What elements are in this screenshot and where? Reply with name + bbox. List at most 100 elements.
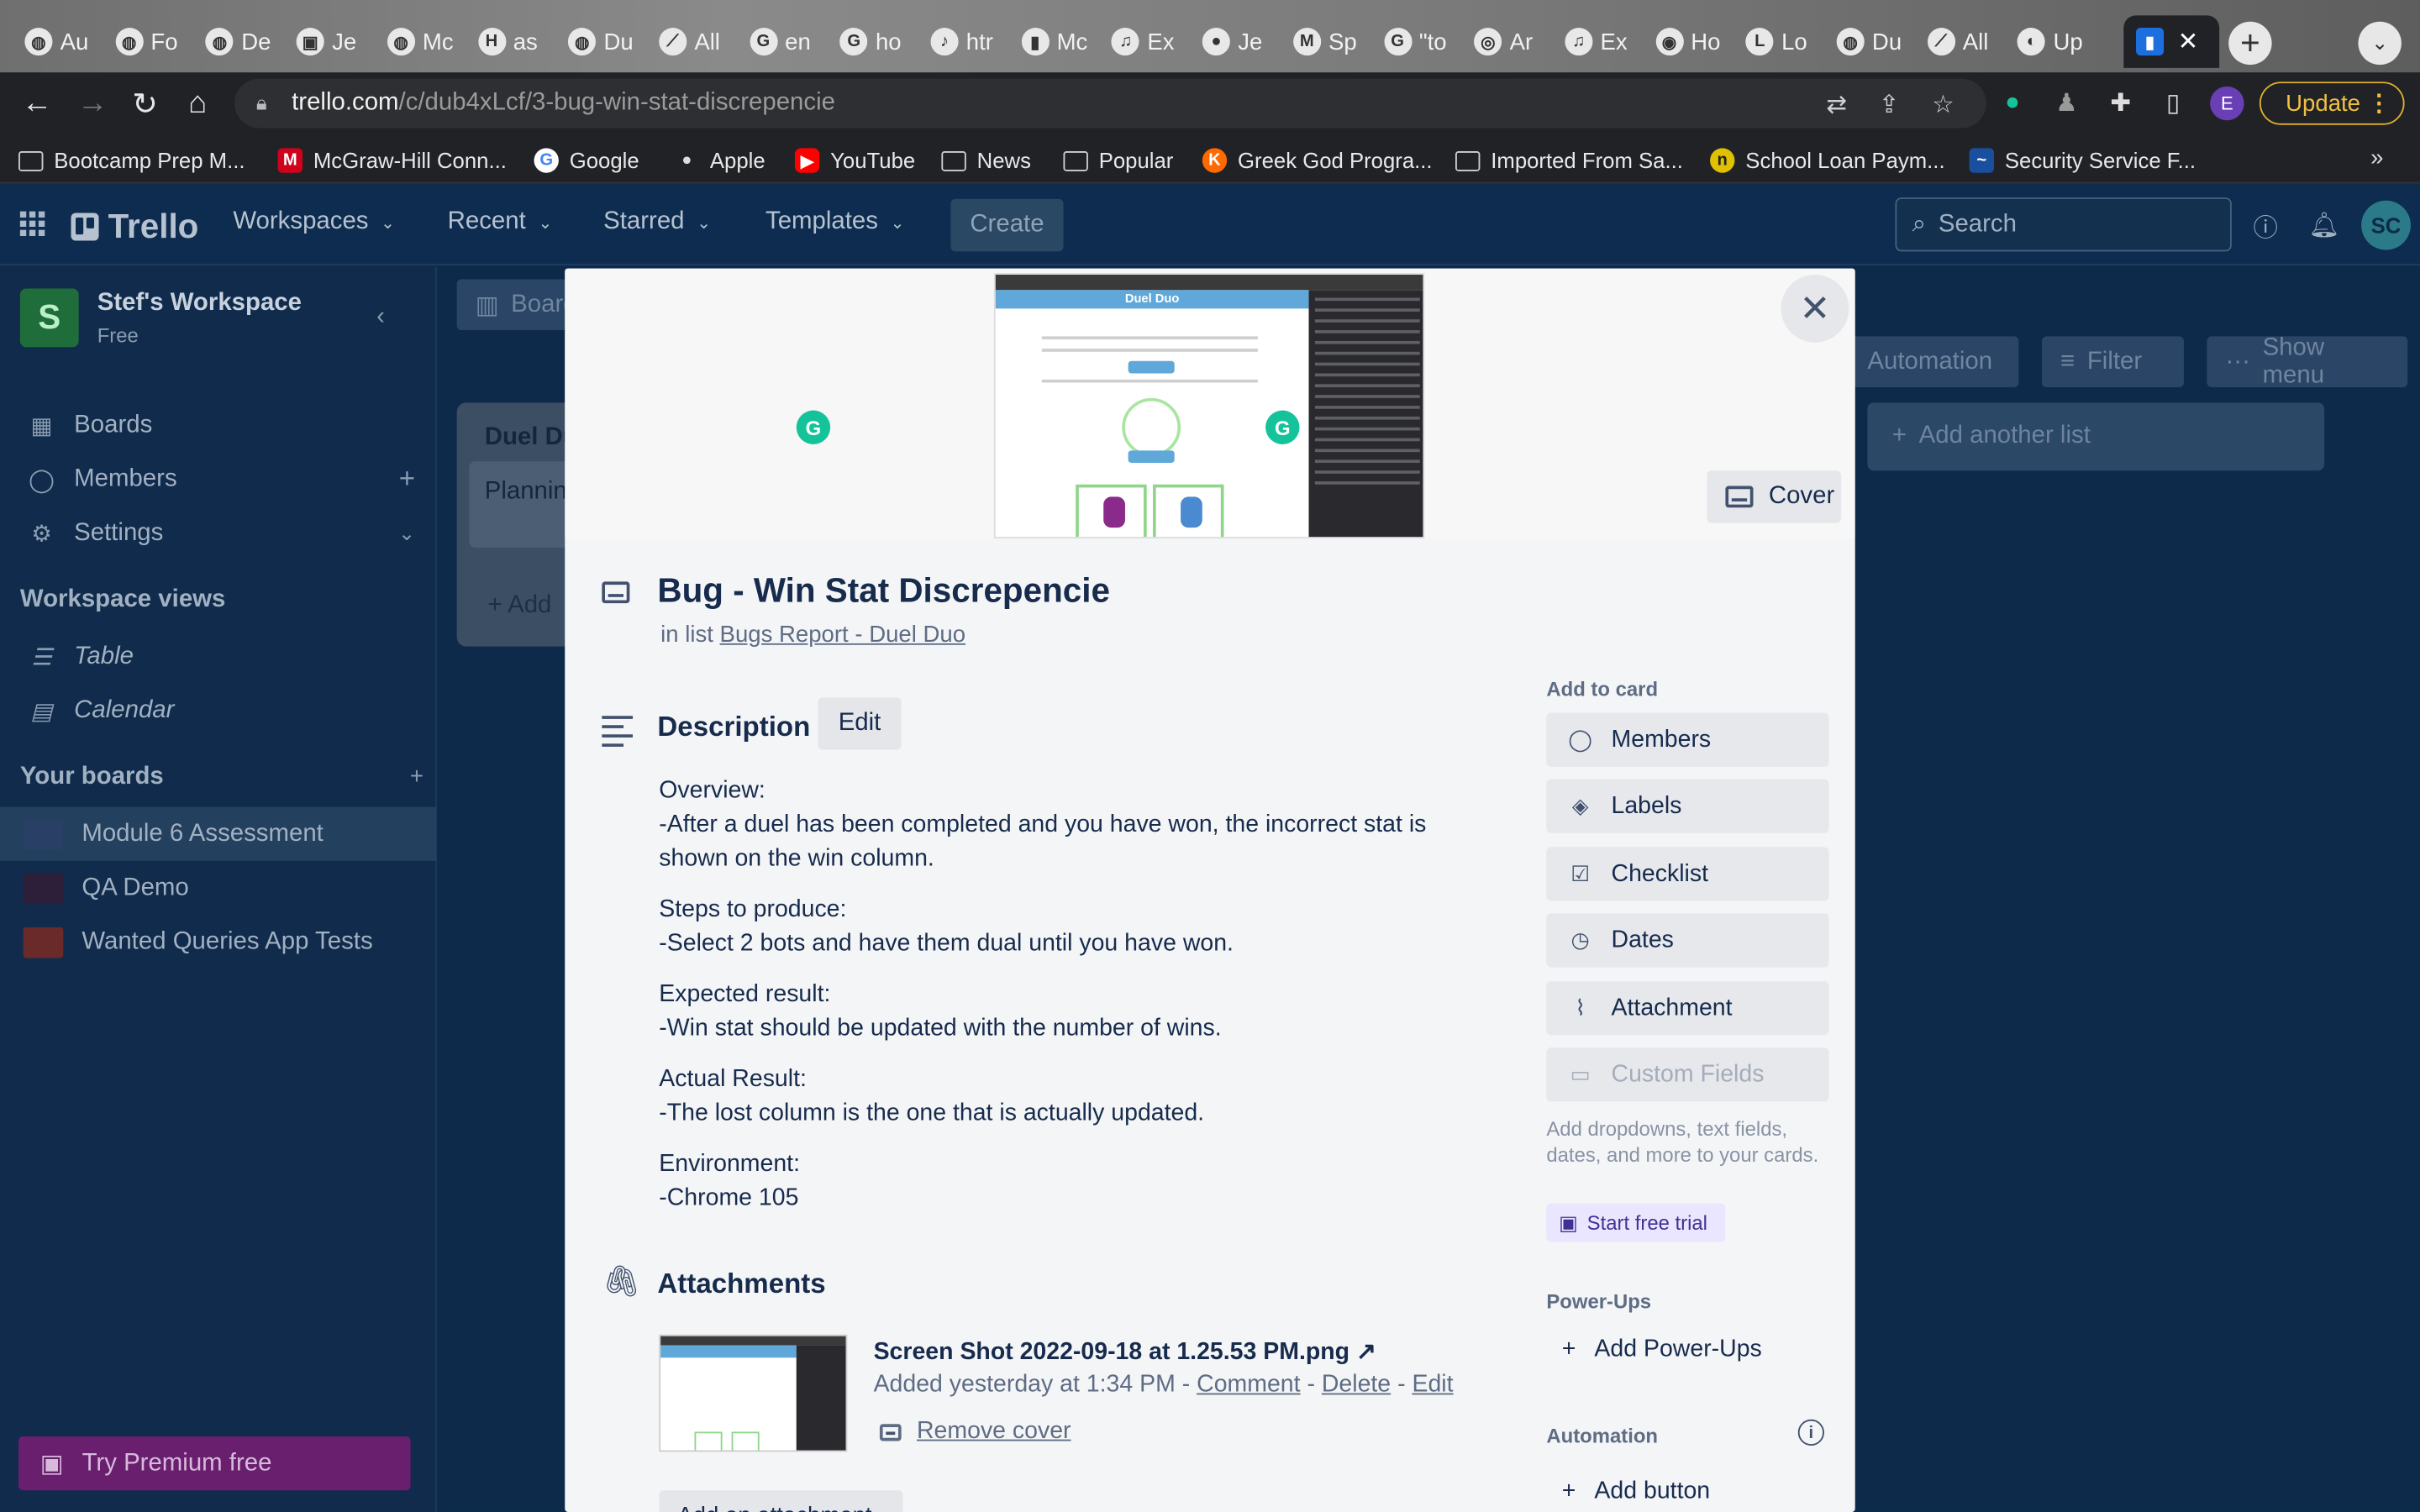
- side-panel-icon[interactable]: ▯: [2158, 88, 2189, 119]
- new-tab-button[interactable]: +: [2228, 21, 2272, 66]
- sidebar-view-table[interactable]: ☰ Table: [0, 629, 437, 683]
- extension-icon[interactable]: ♟: [2051, 88, 2082, 119]
- browser-tab[interactable]: ⟋ All: [1915, 15, 2000, 67]
- bookmark-item[interactable]: K Greek God Progra...: [1202, 145, 1433, 176]
- browser-tab[interactable]: ◍ Du: [556, 15, 641, 67]
- bookmark-item[interactable]: ~ Security Service F...: [1969, 145, 2196, 176]
- members-button[interactable]: ◯ Members: [1546, 712, 1829, 767]
- sidebar-view-calendar[interactable]: ▤ Calendar: [0, 684, 437, 738]
- attachment-button[interactable]: ⌇ Attachment: [1546, 981, 1829, 1036]
- sidebar-item-settings[interactable]: ⚙ Settings ⌄: [0, 506, 437, 559]
- try-premium-button[interactable]: ▣ Try Premium free: [18, 1436, 411, 1491]
- cover-image[interactable]: Duel Duo: [993, 273, 1425, 539]
- grammarly-icon[interactable]: G: [1265, 410, 1300, 444]
- start-free-trial-button[interactable]: ▣ Start free trial: [1546, 1203, 1726, 1242]
- description-text[interactable]: Overview: -After a duel has been complete…: [659, 774, 1492, 1232]
- nav-starred[interactable]: Starred ⌄: [603, 208, 711, 236]
- dates-button[interactable]: ◷ Dates: [1546, 913, 1829, 968]
- home-icon[interactable]: ⌂: [179, 85, 216, 122]
- automation-button[interactable]: Automation: [1849, 336, 2019, 388]
- browser-tab[interactable]: G "to: [1371, 15, 1456, 67]
- browser-tab[interactable]: ♫ Ex: [1099, 15, 1184, 67]
- checklist-button[interactable]: ☑ Checklist: [1546, 847, 1829, 901]
- bookmark-item[interactable]: News: [941, 145, 1031, 176]
- add-board-icon[interactable]: +: [375, 750, 436, 804]
- browser-tab[interactable]: ♪ htr: [918, 15, 1003, 67]
- sidebar-item-boards[interactable]: ▦ Boards: [0, 398, 437, 452]
- sidebar-board-item[interactable]: Wanted Queries App Tests: [0, 915, 437, 969]
- browser-tab[interactable]: Has: [466, 15, 550, 67]
- browser-tab-active[interactable]: ▮ ✕: [2123, 15, 2220, 68]
- trello-logo[interactable]: Trello: [71, 207, 198, 247]
- add-card-button[interactable]: + Add: [487, 592, 551, 620]
- comment-link[interactable]: Comment: [1197, 1372, 1300, 1398]
- browser-tab[interactable]: ▣ Je: [284, 15, 369, 67]
- browser-tab[interactable]: ▮ Mc: [1009, 15, 1094, 67]
- collapse-sidebar-icon[interactable]: ‹: [376, 304, 385, 332]
- close-icon[interactable]: ✕: [1781, 274, 1849, 343]
- browser-tab[interactable]: ◉ Ho: [1643, 15, 1728, 67]
- delete-link[interactable]: Delete: [1322, 1372, 1391, 1398]
- filter-button[interactable]: ≡ Filter: [2041, 336, 2184, 388]
- cover-button[interactable]: Cover: [1707, 470, 1842, 523]
- labels-button[interactable]: ◈ Labels: [1546, 779, 1829, 833]
- notifications-bell-icon[interactable]: 🔔︎: [2308, 210, 2339, 241]
- sidebar-item-members[interactable]: ◯ Members +: [0, 452, 437, 506]
- workspace-switcher[interactable]: S Stef's Workspace Free: [19, 288, 302, 348]
- back-icon[interactable]: ←: [18, 85, 55, 122]
- browser-tab[interactable]: ♫ Ex: [1553, 15, 1638, 67]
- bookmark-item[interactable]: Bootcamp Prep M...: [18, 145, 245, 176]
- browser-tab[interactable]: ⟋ All: [646, 15, 731, 67]
- card-title[interactable]: Bug - Win Stat Discrepencie: [657, 571, 1109, 612]
- nav-recent[interactable]: Recent ⌄: [448, 208, 553, 236]
- info-icon[interactable]: i: [1797, 1419, 1824, 1446]
- browser-tab[interactable]: ◍ Du: [1824, 15, 1909, 67]
- browser-tab[interactable]: Gho: [828, 15, 913, 67]
- grammarly-extension-icon[interactable]: ●: [1997, 88, 2028, 119]
- bookmark-item[interactable]: ▶ YouTube: [794, 145, 915, 176]
- bookmark-item[interactable]: n School Loan Paym...: [1710, 145, 1945, 176]
- create-button[interactable]: Create: [950, 198, 1064, 252]
- add-member-icon[interactable]: +: [399, 463, 415, 496]
- tab-search-button[interactable]: ⌄: [2358, 21, 2402, 66]
- add-power-ups-button[interactable]: + Add Power-Ups: [1546, 1336, 1762, 1364]
- attachment-name[interactable]: Screen Shot 2022-09-18 at 1.25.53 PM.png…: [874, 1337, 1376, 1367]
- edit-link[interactable]: Edit: [1412, 1372, 1453, 1398]
- bookmark-item[interactable]: M McGraw-Hill Conn...: [277, 145, 507, 176]
- nav-templates[interactable]: Templates ⌄: [765, 208, 905, 236]
- browser-profile-avatar[interactable]: E: [2210, 86, 2244, 121]
- app-switcher-icon[interactable]: [19, 211, 45, 237]
- avatar[interactable]: SC: [2361, 200, 2411, 250]
- browser-tab[interactable]: M Sp: [1281, 15, 1365, 67]
- browser-tab[interactable]: ◐ Up: [2006, 15, 2091, 67]
- grammarly-icon[interactable]: G: [796, 410, 831, 444]
- list-title[interactable]: Duel Du: [485, 424, 578, 452]
- share-icon[interactable]: ⇪: [1874, 90, 1905, 121]
- add-list-button[interactable]: + Add another list: [1867, 402, 2325, 471]
- browser-tab[interactable]: ◍ De: [193, 15, 278, 67]
- bookmark-item[interactable]: G Google: [534, 145, 639, 176]
- external-link-icon[interactable]: ↗: [1356, 1339, 1376, 1365]
- reload-icon[interactable]: ↻: [127, 85, 164, 122]
- add-button-button[interactable]: + Add button: [1546, 1478, 1710, 1506]
- forward-icon[interactable]: →: [74, 85, 111, 122]
- browser-tab[interactable]: Gen: [737, 15, 822, 67]
- nav-workspaces[interactable]: Workspaces ⌄: [233, 208, 395, 236]
- browser-tab[interactable]: L Lo: [1733, 15, 1818, 67]
- extensions-puzzle-icon[interactable]: ✚: [2105, 88, 2136, 119]
- remove-cover-link[interactable]: Remove cover: [879, 1418, 1071, 1446]
- edit-description-button[interactable]: Edit: [818, 697, 902, 750]
- browser-tab[interactable]: ● Je: [1190, 15, 1275, 67]
- browser-tab[interactable]: ◍ Mc: [375, 15, 460, 67]
- custom-fields-button[interactable]: ▭ Custom Fields: [1546, 1047, 1829, 1102]
- bookmark-star-icon[interactable]: ☆: [1928, 90, 1959, 121]
- info-icon[interactable]: ⓘ: [2250, 210, 2281, 242]
- translate-icon[interactable]: ⇄: [1821, 90, 1852, 121]
- browser-tab[interactable]: ◍ Fo: [103, 15, 187, 67]
- add-attachment-button[interactable]: Add an attachment: [659, 1490, 903, 1512]
- bookmark-item[interactable]: Popular: [1063, 145, 1173, 176]
- show-menu-button[interactable]: ··· Show menu: [2207, 334, 2408, 388]
- list-link[interactable]: Bugs Report - Duel Duo: [720, 622, 965, 648]
- address-bar[interactable]: 🔒︎ trello.com/c/dub4xLcf/3-bug-win-stat-…: [234, 78, 1986, 129]
- sidebar-board-item[interactable]: Module 6 Assessment: [0, 806, 437, 861]
